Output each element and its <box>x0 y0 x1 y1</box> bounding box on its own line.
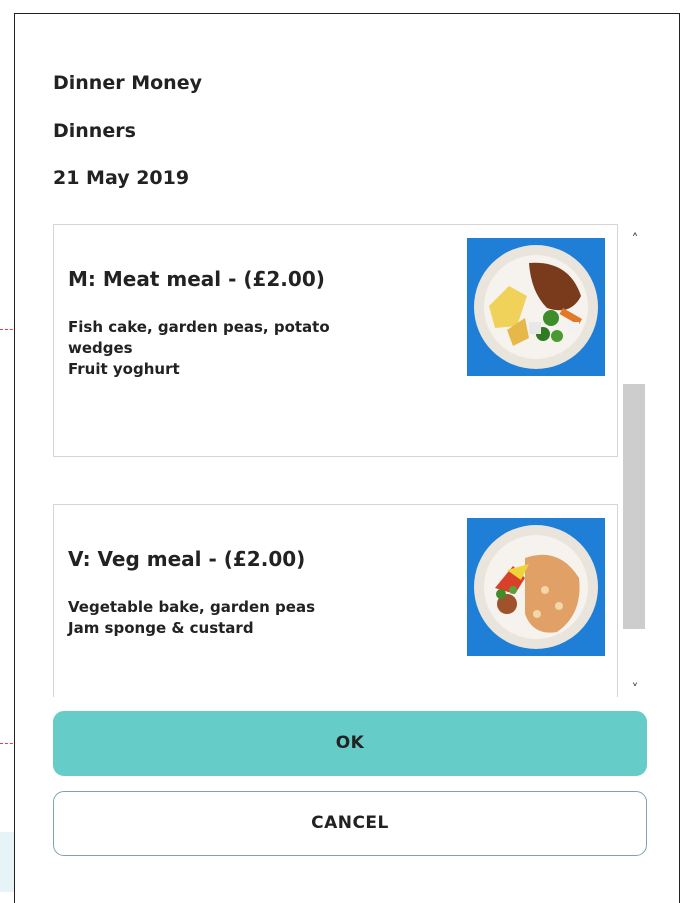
background-strip <box>0 832 14 892</box>
scroll-up-icon[interactable]: ˄ <box>627 232 643 248</box>
ok-button[interactable]: OK <box>53 711 647 776</box>
veg-meal-plate-photo <box>467 518 605 656</box>
meal-option-meat[interactable]: M: Meat meal - (£2.00) Fish cake, garden… <box>53 224 618 457</box>
meal-title: V: Veg meal - (£2.00) <box>68 547 306 571</box>
scrollbar-thumb[interactable] <box>623 384 645 629</box>
scroll-down-icon[interactable]: ˅ <box>627 682 643 698</box>
meal-list[interactable]: M: Meat meal - (£2.00) Fish cake, garden… <box>53 224 621 697</box>
meal-selection-dialog: Dinner Money Dinners 21 May 2019 M: Meat… <box>14 13 680 903</box>
dialog-title: Dinner Money <box>53 72 202 94</box>
meal-option-veg[interactable]: V: Veg meal - (£2.00) Vegetable bake, ga… <box>53 504 618 697</box>
meal-description: Fish cake, garden peas, potato wedges Fr… <box>68 318 330 378</box>
cancel-button[interactable]: CANCEL <box>53 791 647 856</box>
meal-title: M: Meat meal - (£2.00) <box>68 267 325 291</box>
meal-description: Vegetable bake, garden peas Jam sponge &… <box>68 598 315 637</box>
meat-meal-plate-photo <box>467 238 605 376</box>
dialog-subtitle: Dinners <box>53 120 136 142</box>
dialog-date: 21 May 2019 <box>53 167 190 189</box>
meal-list-scrollbar[interactable]: ˄ ˅ <box>621 224 649 702</box>
